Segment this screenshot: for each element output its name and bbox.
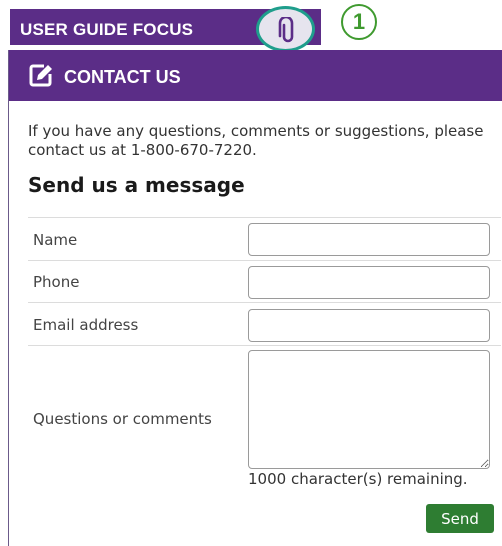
phone-input[interactable] [248,266,490,299]
name-label: Name [33,231,78,249]
user-guide-focus-title: USER GUIDE FOCUS [20,20,194,39]
name-input[interactable] [248,223,490,256]
attachment-highlight[interactable] [256,6,315,52]
characters-remaining: 1000 character(s) remaining. [248,470,468,488]
questions-label: Questions or comments [33,410,212,428]
questions-textarea[interactable] [248,350,490,469]
send-button[interactable]: Send [426,504,494,533]
contact-us-panel: CONTACT US If you have any questions, co… [8,50,502,546]
form-row-name: Name [28,217,501,260]
paperclip-icon[interactable] [278,17,298,45]
contact-us-header: CONTACT US [9,50,502,101]
phone-label: Phone [33,273,80,291]
step-number-badge: 1 [341,4,377,40]
contact-us-title: CONTACT US [64,67,181,87]
email-label: Email address [33,316,139,334]
form-row-email: Email address [28,302,501,345]
edit-square-icon [29,64,52,87]
form-row-phone: Phone [28,260,501,302]
email-input[interactable] [248,309,490,342]
send-message-heading: Send us a message [28,173,245,197]
contact-intro-text: If you have any questions, comments or s… [28,122,484,159]
